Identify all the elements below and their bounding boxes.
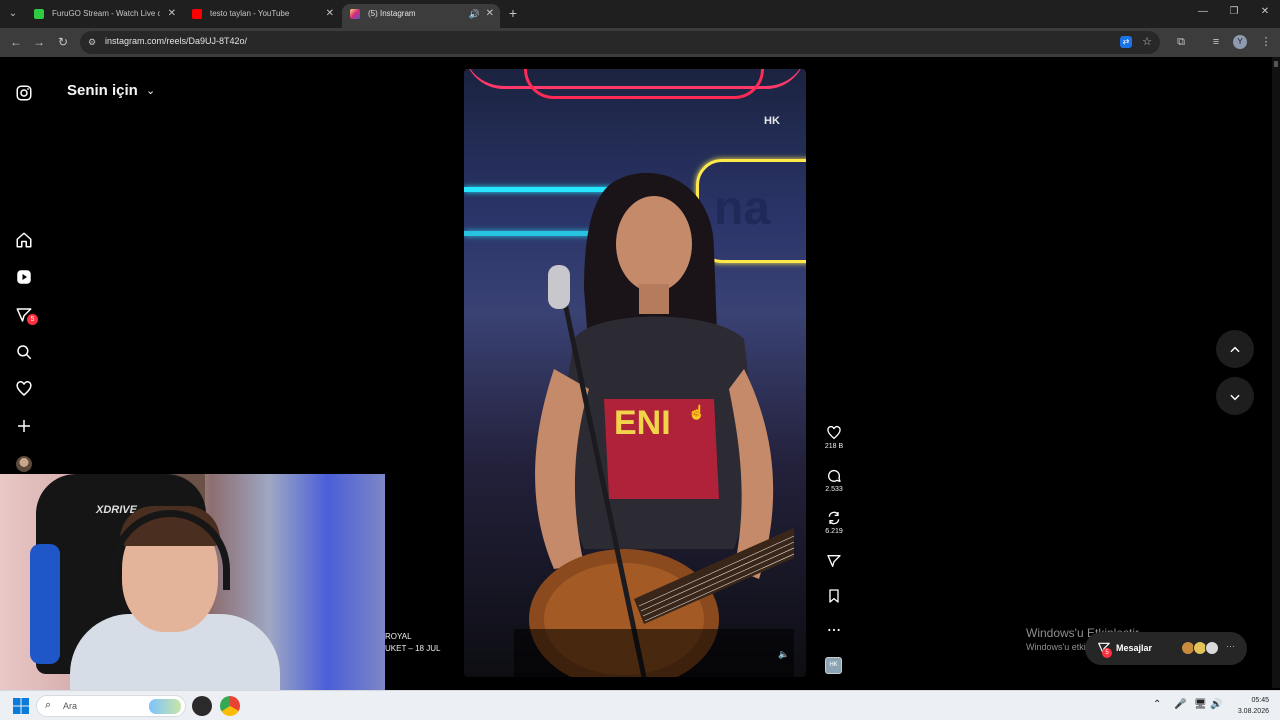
windows-start-icon[interactable]	[13, 698, 29, 714]
tab-youtube[interactable]: testo taylan - YouTube ✕	[184, 4, 340, 28]
repost-count[interactable]: 6.219	[820, 528, 848, 535]
furugo-favicon-icon	[34, 9, 44, 19]
close-tab-icon[interactable]: ✕	[168, 4, 176, 24]
profile-avatar[interactable]: Y	[1233, 35, 1247, 49]
chevron-down-icon[interactable]	[1228, 390, 1242, 404]
forward-icon[interactable]: →	[31, 34, 47, 50]
network-icon[interactable]: 🖥	[1194, 699, 1207, 710]
reel-video[interactable]: na HK ENI 🔈	[464, 69, 806, 677]
page-scrollbar[interactable]	[1272, 57, 1280, 688]
like-count[interactable]: 218 B	[820, 443, 848, 450]
more-icon[interactable]	[826, 622, 842, 638]
url-text[interactable]: instagram.com/reels/Da9UJ-8T42o/	[105, 36, 247, 46]
tray-overflow-icon[interactable]: ⌃	[1153, 699, 1161, 710]
tab-furugo[interactable]: FuruGO Stream - Watch Live o ✕	[26, 4, 182, 28]
restore-icon[interactable]: ❐	[1227, 6, 1241, 17]
search-placeholder: Ara	[63, 701, 78, 711]
heart-icon[interactable]	[826, 425, 842, 441]
svg-text:ENI: ENI	[614, 404, 671, 442]
mouse-cursor-icon: ☝	[688, 404, 706, 420]
taskbar-search[interactable]: ⌕ Ara	[36, 695, 186, 717]
repost-button[interactable]: 6.219	[820, 510, 848, 535]
tab-title: testo taylan - YouTube	[210, 9, 290, 18]
performer-figure: ENI	[514, 172, 794, 677]
bookmark-icon[interactable]	[826, 588, 842, 604]
clock-time: 05:45	[1251, 697, 1269, 704]
share-button[interactable]	[820, 553, 848, 569]
share-icon[interactable]	[826, 553, 842, 569]
chrome-app-icon[interactable]	[220, 696, 240, 716]
instagram-favicon-icon	[350, 9, 360, 19]
original-audio-thumbnail[interactable]: HK	[825, 657, 842, 674]
browser-toolbar: ← → ↻ ⚙ instagram.com/reels/Da9UJ-8T42o/…	[0, 28, 1280, 57]
reels-icon[interactable]	[15, 268, 33, 286]
conversation-avatar	[1205, 641, 1219, 655]
taskbar-clock[interactable]: 05:45 3.08.2026	[1233, 695, 1269, 717]
bookmark-star-icon[interactable]: ☆	[1140, 35, 1154, 49]
browser-tab-strip: ⌄ FuruGO Stream - Watch Live o ✕ testo t…	[0, 0, 1280, 28]
home-icon[interactable]	[15, 231, 33, 249]
video-watermark-logo: HK	[764, 115, 780, 127]
next-reel-button[interactable]	[1216, 377, 1254, 415]
browser-menu-icon[interactable]: ⋮	[1259, 35, 1273, 49]
gaming-chair-accent	[30, 544, 60, 664]
reload-icon[interactable]: ↻	[55, 34, 71, 50]
feed-selector-title[interactable]: Senin için	[67, 82, 138, 99]
search-icon[interactable]	[15, 343, 33, 361]
microphone-icon[interactable]: 🎤	[1174, 699, 1186, 710]
tab-title: (5) Instagram	[368, 9, 416, 18]
comment-count[interactable]: 2.533	[820, 486, 848, 493]
tab-title: FuruGO Stream - Watch Live o	[52, 9, 160, 18]
notifications-heart-icon[interactable]	[15, 380, 33, 398]
obs-app-icon[interactable]	[192, 696, 212, 716]
tab-instagram[interactable]: (5) Instagram 🔊 ✕	[342, 4, 500, 28]
tab-search-button[interactable]: ⌄	[4, 5, 22, 23]
neon-sign-decoration	[524, 69, 764, 99]
windows-taskbar: ⌕ Ara ⌃ 🎤 🖥 🔊 05:45 3.08.2026	[0, 690, 1280, 720]
search-icon: ⌕	[45, 699, 52, 711]
audio-thumbnail-logo: HK	[829, 662, 838, 668]
close-tab-icon[interactable]: ✕	[326, 4, 334, 24]
messages-badge: 5	[1102, 648, 1112, 658]
address-bar[interactable]: ⚙ instagram.com/reels/Da9UJ-8T42o/	[80, 31, 1160, 54]
site-info-icon[interactable]: ⚙	[88, 37, 99, 48]
reel-caption-line: ROYAL	[385, 632, 412, 641]
media-control-icon[interactable]: ≡	[1209, 35, 1223, 49]
create-plus-icon[interactable]	[15, 417, 33, 435]
back-icon[interactable]: ←	[8, 34, 24, 50]
volume-icon[interactable]: 🔊	[1210, 699, 1222, 710]
more-icon: ···	[1226, 641, 1235, 651]
save-button[interactable]	[820, 588, 848, 604]
chevron-up-icon[interactable]	[1228, 343, 1242, 357]
like-button[interactable]: 218 B	[820, 425, 848, 450]
volume-icon[interactable]: 🔈	[778, 649, 789, 660]
close-window-icon[interactable]: ✕	[1258, 6, 1272, 17]
sync-icon[interactable]: ⇄	[1120, 36, 1132, 48]
streamer-webcam-overlay: XDRIVE	[0, 474, 385, 690]
more-options-button[interactable]	[820, 622, 848, 638]
reel-caption-line: UKET – 18 JUL	[385, 644, 441, 653]
tab-audio-icon[interactable]: 🔊	[469, 4, 480, 24]
previous-reel-button[interactable]	[1216, 330, 1254, 368]
close-tab-icon[interactable]: ✕	[486, 4, 494, 24]
messages-count-badge: 5	[27, 314, 38, 325]
youtube-favicon-icon	[192, 9, 202, 19]
chevron-down-icon[interactable]: ⌄	[146, 84, 155, 97]
messages-label: Mesajlar	[1116, 643, 1153, 653]
messages-drawer-button[interactable]: 5 Mesajlar ···	[1085, 632, 1247, 665]
minimize-icon[interactable]: —	[1196, 6, 1210, 17]
comment-icon[interactable]	[826, 468, 842, 484]
clock-date: 3.08.2026	[1237, 708, 1269, 715]
extensions-icon[interactable]: ⧉	[1174, 35, 1188, 49]
profile-avatar[interactable]	[16, 456, 32, 472]
new-tab-button[interactable]: +	[505, 5, 521, 21]
repost-icon[interactable]	[826, 510, 842, 526]
search-highlight-icon	[149, 699, 181, 714]
instagram-logo-icon[interactable]	[15, 84, 33, 102]
comment-button[interactable]: 2.533	[820, 468, 848, 493]
